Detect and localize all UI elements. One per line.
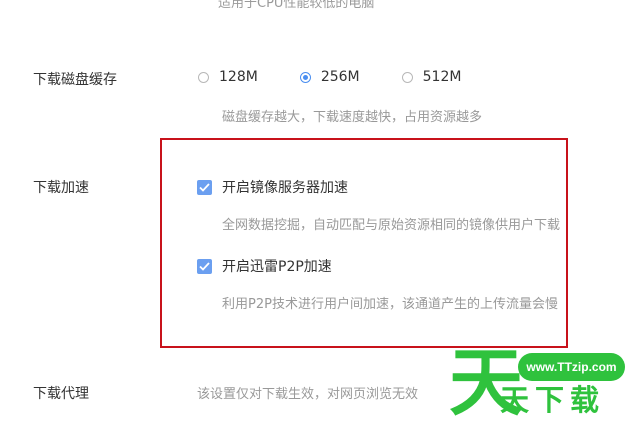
watermark-url: www.TTzip.com [518, 353, 625, 381]
radio-option-128m[interactable]: 128M [198, 69, 258, 85]
proxy-label: 下载代理 [33, 386, 89, 402]
radio-option-256m[interactable]: 256M [299, 69, 360, 85]
radio-button-icon[interactable] [198, 71, 209, 83]
radio-option-512m[interactable]: 512M [401, 69, 462, 85]
radio-label-512m: 512M [422, 69, 462, 85]
proxy-hint: 该设置仅对下载生效，对网页浏览无效 [197, 387, 419, 402]
highlight-box [160, 138, 568, 348]
acceleration-label: 下载加速 [33, 180, 89, 196]
radio-button-icon[interactable] [401, 71, 413, 83]
radio-label-256m: 256M [320, 69, 360, 85]
disk-cache-radio-group: 128M 256M 512M [198, 69, 503, 85]
watermark-brand: 天下载 [500, 383, 606, 417]
disk-cache-label: 下载磁盘缓存 [33, 72, 117, 88]
radio-label-128m: 128M [219, 69, 258, 85]
radio-button-selected-icon[interactable] [299, 71, 311, 83]
disk-cache-hint: 磁盘缓存越大，下载速度越快，占用资源越多 [222, 110, 483, 125]
cpu-hint-text: 适用于CPU性能较低的电脑 [218, 0, 375, 11]
